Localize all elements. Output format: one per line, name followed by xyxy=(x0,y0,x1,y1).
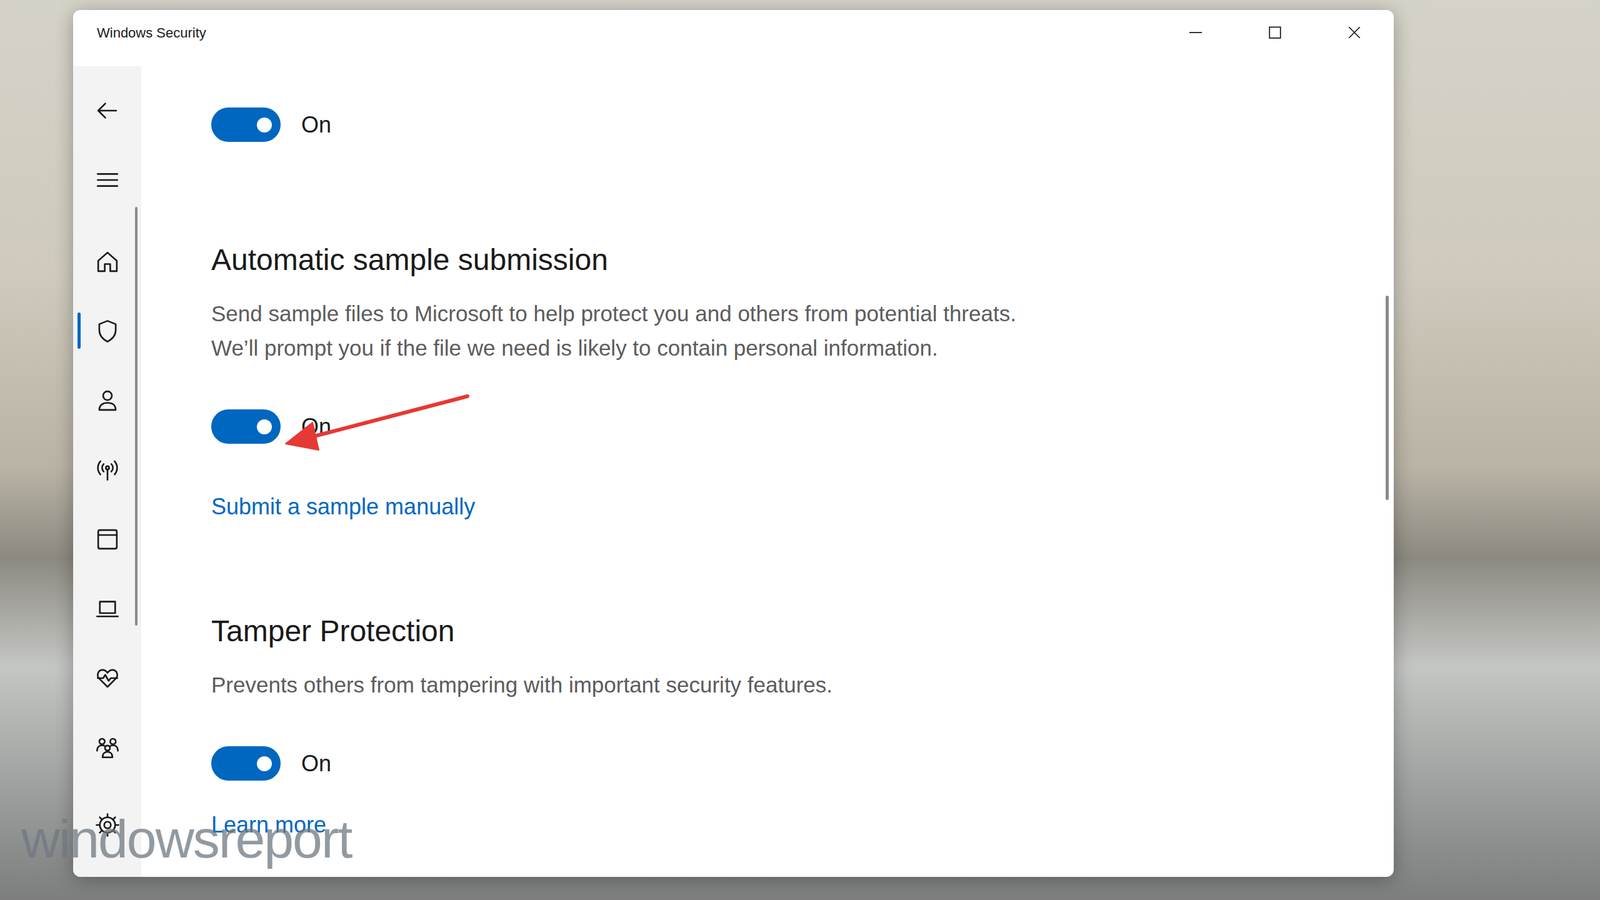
toggle-knob xyxy=(256,117,272,133)
windows-security-window: Windows SecurityOnAutomatic sample submi… xyxy=(73,10,1394,877)
annotation-arrow-icon xyxy=(0,0,1600,900)
toggle-switch[interactable] xyxy=(211,746,281,781)
sidebar-item[interactable] xyxy=(76,365,139,435)
setting-section: On xyxy=(211,107,1394,142)
desktop: Windows SecurityOnAutomatic sample submi… xyxy=(0,0,1600,900)
minimize-button[interactable] xyxy=(1155,10,1235,67)
watermark: windowsreport xyxy=(21,807,352,870)
setting-section: Automatic sample submission Send sample f… xyxy=(211,241,1394,523)
home-icon xyxy=(94,248,121,275)
section-description: Send sample files to Microsoft to help p… xyxy=(211,296,1037,365)
section-description: Prevents others from tampering with impo… xyxy=(211,667,833,702)
setting-section: Tamper Protection Prevents others from ta… xyxy=(211,612,1394,841)
toggle-label: On xyxy=(301,750,332,777)
minimize-icon xyxy=(1186,23,1205,42)
sidebar-item[interactable] xyxy=(76,712,139,782)
close-button[interactable] xyxy=(1314,10,1394,67)
account-icon xyxy=(94,387,121,414)
sidebar xyxy=(73,66,142,877)
toggle-row: On xyxy=(211,409,332,444)
toggle-label: On xyxy=(301,111,332,139)
sidebar-item[interactable] xyxy=(76,296,139,366)
maximize-button[interactable] xyxy=(1235,10,1315,67)
title-bar: Windows Security xyxy=(73,10,1394,67)
section-heading: Tamper Protection xyxy=(211,612,455,650)
sidebar-item[interactable] xyxy=(76,790,139,860)
section-heading: Automatic sample submission xyxy=(211,241,609,279)
toggle-switch[interactable] xyxy=(211,107,281,142)
sidebar-item[interactable] xyxy=(76,504,139,574)
sidebar-item[interactable] xyxy=(76,226,139,297)
toggle-switch[interactable] xyxy=(211,409,281,444)
content: On Automatic sample submission Send sample… xyxy=(141,66,1394,877)
toggle-knob xyxy=(256,419,272,435)
hamburger-icon xyxy=(94,166,121,194)
back-button[interactable] xyxy=(76,75,139,145)
settings-gear-icon xyxy=(94,811,121,839)
toggle-label: On xyxy=(301,413,332,440)
window-title: Windows Security xyxy=(96,25,207,52)
selected-indicator xyxy=(77,312,81,349)
sidebar-item[interactable] xyxy=(76,435,139,505)
toggle-knob xyxy=(256,756,272,772)
window-controls xyxy=(1155,10,1394,67)
main-area: On Automatic sample submission Send sample… xyxy=(73,66,1394,877)
maximize-icon xyxy=(1265,23,1285,42)
link[interactable]: Learn more xyxy=(211,809,327,841)
health-heart-icon xyxy=(94,665,121,692)
close-icon xyxy=(1345,23,1364,42)
sidebar-scrollbar[interactable] xyxy=(135,206,138,626)
back-arrow-icon xyxy=(94,97,121,124)
content-scrollbar[interactable] xyxy=(1385,295,1389,500)
app-browser-icon xyxy=(94,526,121,553)
nav-list xyxy=(73,226,142,860)
toggle-row: On xyxy=(211,746,332,781)
toggle-row: On xyxy=(211,107,332,142)
menu-button[interactable] xyxy=(76,145,139,215)
laptop-icon xyxy=(94,595,121,622)
sidebar-item[interactable] xyxy=(76,573,139,644)
network-icon xyxy=(94,456,121,484)
sidebar-item[interactable] xyxy=(76,643,139,713)
family-icon xyxy=(94,734,121,761)
link[interactable]: Submit a sample manually xyxy=(211,491,475,523)
shield-icon xyxy=(94,318,121,345)
